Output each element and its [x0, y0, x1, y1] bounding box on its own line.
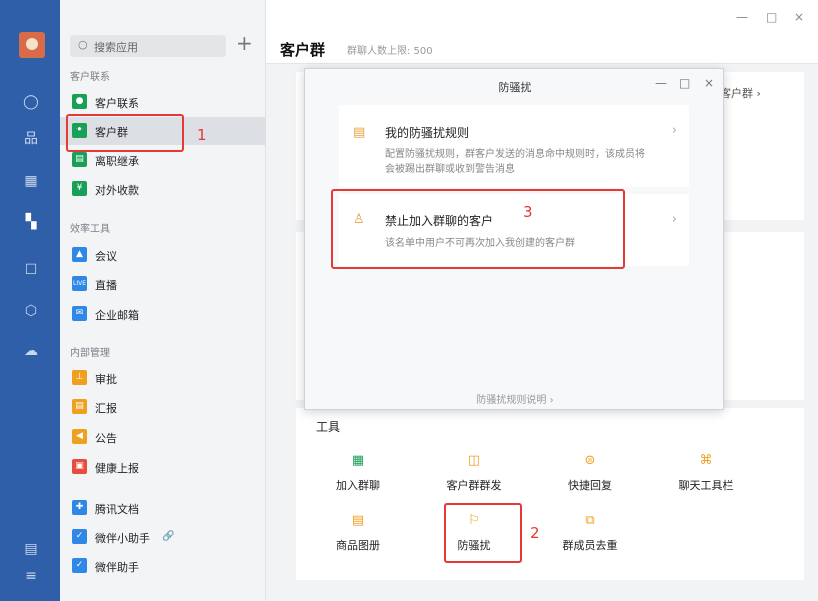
- dialog-maximize-button[interactable]: □: [679, 76, 690, 90]
- avatar[interactable]: [19, 32, 45, 58]
- contacts-icon[interactable]: 品: [22, 130, 40, 148]
- tool-dedupe-members[interactable]: ⧉ 群成员去重: [550, 513, 630, 553]
- quick-reply-icon: ⊜: [584, 453, 596, 468]
- section-contacts: 客户联系: [70, 72, 110, 83]
- meeting-icon: ▲: [72, 247, 87, 262]
- sidebar-item-live[interactable]: LIVE 直播: [60, 270, 266, 298]
- notes-icon[interactable]: ▤: [22, 540, 40, 558]
- health-icon: ▣: [72, 459, 87, 474]
- close-button[interactable]: ×: [794, 10, 804, 24]
- sidebar-item-meeting[interactable]: ▲ 会议: [60, 241, 266, 269]
- dialog-close-button[interactable]: ×: [704, 76, 714, 90]
- docs-icon[interactable]: ⬡: [22, 302, 40, 320]
- checkbox-icon: ✓: [72, 529, 87, 544]
- sidebar-item-approval[interactable]: ⊥ 审批: [60, 364, 266, 392]
- sidebar-item-mail[interactable]: ✉ 企业邮箱: [60, 300, 266, 328]
- mail-icon: ✉: [72, 306, 87, 321]
- catalog-icon: ▤: [351, 513, 365, 528]
- report-icon: ▤: [72, 399, 87, 414]
- minimize-button[interactable]: —: [736, 10, 748, 24]
- sidebar-item-customer-contact[interactable]: ● 客户联系: [60, 88, 266, 116]
- toolbar-icon: ⌘: [699, 453, 713, 468]
- tool-join-group[interactable]: ▦ 加入群聊: [318, 453, 398, 493]
- rule-doc-icon: ▤: [353, 125, 366, 140]
- tool-product-catalog[interactable]: ▤ 商品图册: [318, 513, 398, 553]
- sidebar-item-weiban-assistant[interactable]: ✓ 微伴小助手 🔗: [60, 523, 266, 551]
- section-internal: 内部管理: [70, 348, 110, 359]
- checkbox-icon: ✓: [72, 558, 87, 573]
- approval-icon: ⊥: [72, 370, 87, 385]
- section-efficiency: 效率工具: [70, 224, 110, 235]
- chevron-right-icon: ›: [671, 212, 677, 227]
- announcement-icon: ◀: [72, 429, 87, 444]
- rules-help-link[interactable]: 防骚扰规则说明 ›: [305, 391, 725, 406]
- tool-chat-toolbar[interactable]: ⌘ 聊天工具栏: [666, 453, 746, 493]
- annotation-box-2: [444, 503, 522, 563]
- search-input[interactable]: ○ 搜索应用: [70, 35, 226, 57]
- workbench-icon[interactable]: ▚: [22, 213, 40, 231]
- dialog-minimize-button[interactable]: —: [655, 76, 667, 90]
- chat-bubble-icon: ●: [72, 94, 87, 109]
- sidebar-item-report[interactable]: ▤ 汇报: [60, 393, 266, 421]
- link-icon: 🔗: [162, 531, 175, 542]
- page-title: 客户群: [280, 41, 326, 59]
- tools-title: 工具: [316, 420, 341, 434]
- annotation-label-3: 3: [523, 203, 533, 221]
- sidebar-item-weiban-helper[interactable]: ✓ 微伴助手: [60, 552, 266, 580]
- sidebar-item-payment[interactable]: ¥ 对外收款: [60, 175, 266, 203]
- dedupe-icon: ⧉: [585, 513, 595, 528]
- annotation-label-1: 1: [197, 126, 207, 144]
- broadcast-icon: ◫: [467, 453, 481, 468]
- calendar-icon[interactable]: ▦: [22, 172, 40, 190]
- messages-icon[interactable]: ◯: [22, 93, 40, 111]
- drive-icon[interactable]: ☁: [22, 342, 40, 360]
- annotation-box-3: [331, 189, 625, 269]
- rule-card-my-rules[interactable]: ▤ 我的防骚扰规则 配置防骚扰规则，群客户发送的消息命中规则时，该成员将会被踢出…: [339, 105, 689, 187]
- tool-group-broadcast[interactable]: ◫ 客户群群发: [434, 453, 514, 493]
- app-sidebar: ○ 搜索应用 + 客户联系 ● 客户联系 ꔹ 客户群 ▤ 离职继承 ¥ 对外收款…: [60, 0, 266, 601]
- live-icon: LIVE: [72, 276, 87, 291]
- add-button[interactable]: +: [236, 32, 253, 54]
- tool-quick-reply[interactable]: ⊜ 快捷回复: [550, 453, 630, 493]
- customer-group-link[interactable]: 客户群 ›: [720, 85, 761, 101]
- qrcode-icon: ▦: [351, 453, 365, 468]
- sidebar-item-announcement[interactable]: ◀ 公告: [60, 423, 266, 451]
- chevron-right-icon: ›: [671, 123, 677, 138]
- annotation-label-2: 2: [530, 524, 540, 542]
- annotation-box-1: [66, 114, 184, 152]
- search-icon: ○: [78, 38, 88, 51]
- maximize-button[interactable]: □: [766, 10, 777, 24]
- menu-icon[interactable]: ≡: [22, 567, 40, 585]
- app-rail: ◯ 品 ▦ ▚ ☐ ⬡ ☁ ▤ ≡: [0, 0, 60, 601]
- search-placeholder: 搜索应用: [94, 41, 138, 54]
- payment-icon: ¥: [72, 181, 87, 196]
- page-subtitle: 群聊人数上限: 500: [347, 46, 433, 57]
- header: 客户群 群聊人数上限: 500 — □ ×: [266, 0, 818, 64]
- tools-card: [296, 408, 804, 580]
- sidebar-item-health[interactable]: ▣ 健康上报: [60, 453, 266, 481]
- tencent-docs-icon: ✚: [72, 500, 87, 515]
- sidebar-item-tencent-docs[interactable]: ✚ 腾讯文档: [60, 494, 266, 522]
- document-icon: ▤: [72, 152, 87, 167]
- mail-icon[interactable]: ☐: [22, 261, 40, 279]
